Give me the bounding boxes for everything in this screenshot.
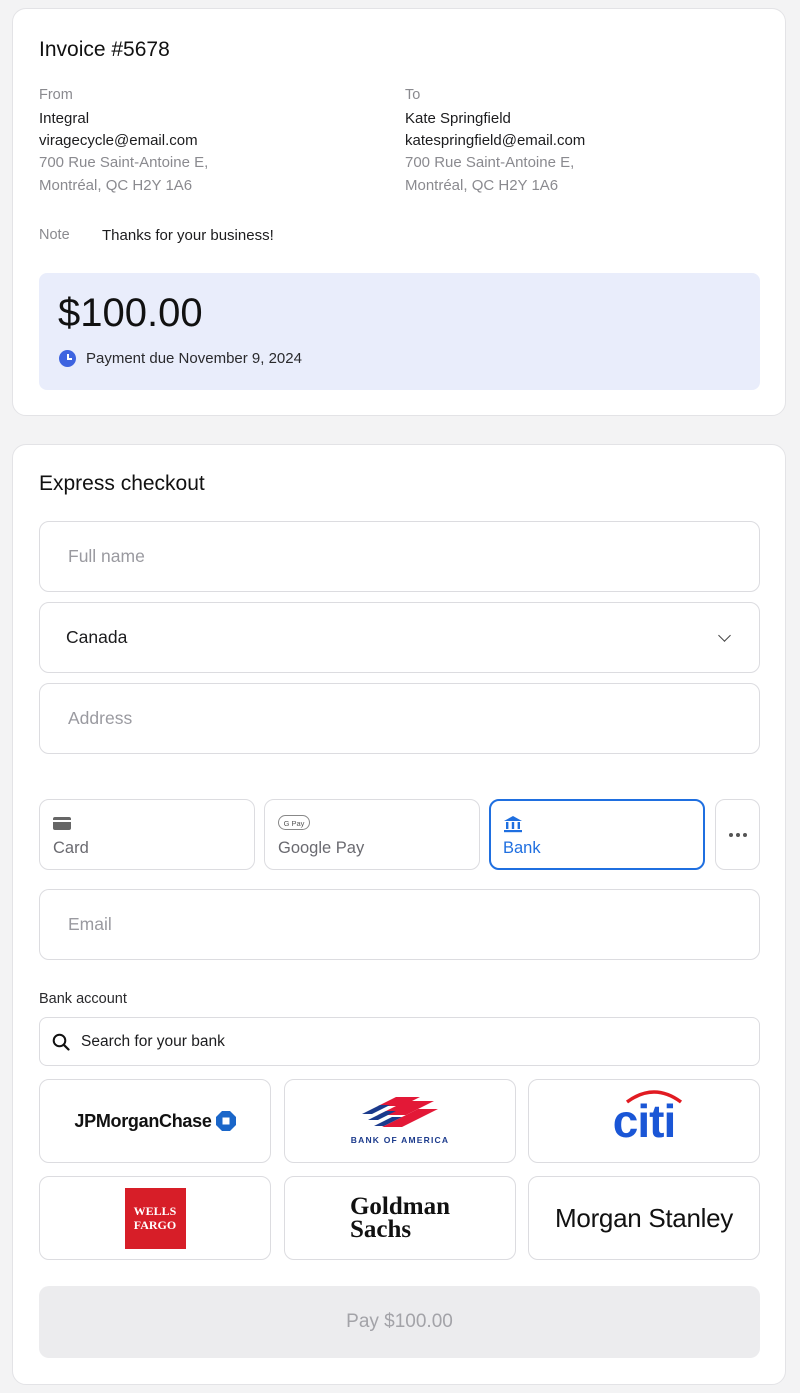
bank-tile-morgan-stanley[interactable]: Morgan Stanley bbox=[528, 1176, 760, 1260]
more-dots-icon bbox=[735, 832, 740, 837]
clock-icon bbox=[59, 350, 76, 367]
wells-fargo-logo-line2: FARGO bbox=[133, 1218, 177, 1232]
morgan-stanley-logo-text: Morgan Stanley bbox=[555, 1202, 733, 1233]
email-input[interactable] bbox=[66, 913, 733, 936]
more-payment-methods-button[interactable] bbox=[715, 799, 760, 870]
bank-icon bbox=[504, 816, 522, 833]
due-date-text: Payment due November 9, 2024 bbox=[86, 350, 302, 367]
from-email: viragecycle@email.com bbox=[39, 132, 198, 149]
to-label: To bbox=[405, 87, 421, 103]
bank-tile-citi[interactable]: citi bbox=[528, 1079, 760, 1163]
goldman-sachs-logo-line2: Sachs bbox=[349, 1216, 412, 1243]
bank-search-input[interactable] bbox=[79, 1031, 683, 1052]
to-address-line1: 700 Rue Saint-Antoine E, bbox=[405, 154, 575, 171]
due-date-row: Payment due November 9, 2024 bbox=[59, 350, 302, 367]
pay-button[interactable]: Pay $100.00 bbox=[39, 1286, 760, 1358]
bank-account-label: Bank account bbox=[39, 991, 127, 1007]
more-dots-icon bbox=[728, 832, 733, 837]
wells-fargo-logo: WELLS FARGO bbox=[124, 1187, 186, 1249]
amount-due-panel: $100.00 Payment due November 9, 2024 bbox=[39, 273, 760, 390]
invoice-title: Invoice #5678 bbox=[39, 38, 170, 61]
payment-tab-label: Bank bbox=[503, 839, 541, 857]
bank-tile-wells-fargo[interactable]: WELLS FARGO bbox=[39, 1176, 271, 1260]
email-field[interactable] bbox=[39, 889, 760, 960]
country-select[interactable]: Canada bbox=[39, 602, 760, 673]
search-icon bbox=[52, 1033, 70, 1051]
full-name-input[interactable] bbox=[66, 545, 733, 568]
chase-octagon-icon bbox=[215, 1111, 236, 1131]
chevron-down-icon bbox=[718, 628, 731, 642]
bank-tile-goldman-sachs[interactable]: Goldman Sachs bbox=[284, 1176, 516, 1260]
bank-search-field[interactable] bbox=[39, 1017, 760, 1066]
bank-tile-bank-of-america[interactable]: BANK OF AMERICA bbox=[284, 1079, 516, 1163]
from-label: From bbox=[39, 87, 73, 103]
payment-tab-bank[interactable]: Bank bbox=[489, 799, 705, 870]
chase-logo-text: JPMorganChase bbox=[74, 1110, 212, 1131]
citi-logo-text: citi bbox=[612, 1095, 676, 1147]
address-input[interactable] bbox=[66, 707, 733, 730]
more-dots-icon bbox=[742, 832, 747, 837]
bank-of-america-flag-icon bbox=[362, 1097, 438, 1127]
country-value: Canada bbox=[66, 627, 128, 647]
google-pay-icon: G Pay bbox=[278, 815, 310, 830]
payment-tab-label: Google Pay bbox=[278, 839, 365, 857]
amount-due: $100.00 bbox=[58, 291, 203, 335]
from-address-line1: 700 Rue Saint-Antoine E, bbox=[39, 154, 209, 171]
payment-tab-google-pay[interactable]: G Pay Google Pay bbox=[264, 799, 480, 870]
note-text: Thanks for your business! bbox=[102, 227, 274, 244]
payment-tab-label: Card bbox=[53, 839, 89, 857]
from-address-line2: Montréal, QC H2Y 1A6 bbox=[39, 177, 193, 194]
credit-card-icon bbox=[53, 817, 71, 830]
bank-of-america-logo-text: BANK OF AMERICA bbox=[350, 1135, 450, 1145]
address-field[interactable] bbox=[39, 683, 760, 754]
goldman-sachs-logo-line1: Goldman bbox=[349, 1193, 451, 1220]
wells-fargo-logo-line1: WELLS bbox=[133, 1204, 177, 1218]
to-name: Kate Springfield bbox=[405, 110, 511, 127]
invoice-card: Invoice #5678 From Integral viragecycle@… bbox=[12, 8, 786, 416]
full-name-field[interactable] bbox=[39, 521, 760, 592]
to-address-line2: Montréal, QC H2Y 1A6 bbox=[405, 177, 559, 194]
note-label: Note bbox=[39, 227, 70, 243]
payment-tab-card[interactable]: Card bbox=[39, 799, 255, 870]
goldman-sachs-logo: Goldman Sachs bbox=[349, 1193, 451, 1243]
to-email: katespringfield@email.com bbox=[405, 132, 586, 149]
bank-tile-chase[interactable]: JPMorganChase bbox=[39, 1079, 271, 1163]
from-name: Integral bbox=[39, 110, 90, 127]
checkout-title: Express checkout bbox=[39, 472, 205, 495]
checkout-card: Express checkout Canada Card G Pay Googl… bbox=[12, 444, 786, 1385]
